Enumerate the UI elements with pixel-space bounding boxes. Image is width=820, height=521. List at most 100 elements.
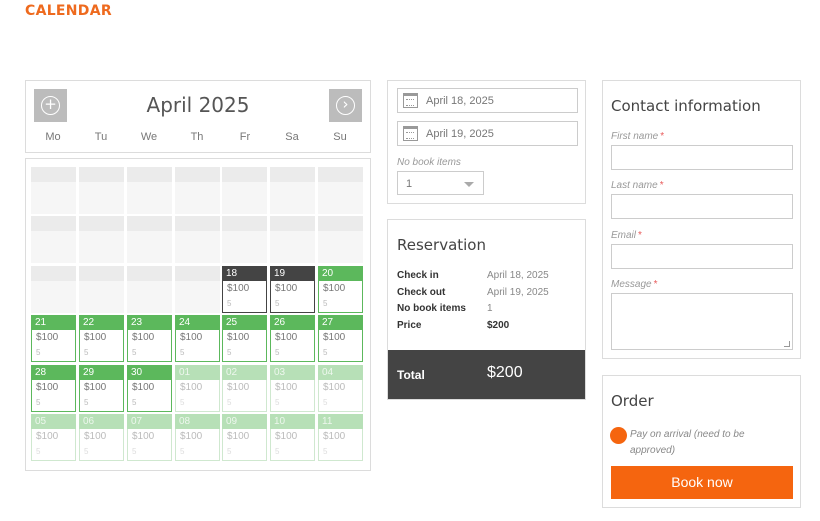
row-label: Check in xyxy=(397,270,439,281)
last-name-field[interactable] xyxy=(611,194,793,219)
day-number: 27 xyxy=(318,315,363,330)
day-availability: 5 xyxy=(227,398,232,407)
resize-handle-icon[interactable] xyxy=(784,341,790,347)
calendar-day[interactable]: 18 $100 5 xyxy=(222,266,267,313)
check-in-field[interactable]: April 18, 2025 xyxy=(397,88,578,113)
day-price: $100 xyxy=(84,382,107,393)
total-label: Total xyxy=(397,368,425,382)
day-body: $100 5 xyxy=(31,330,76,362)
email-label: Email * xyxy=(611,230,642,241)
day-price: $100 xyxy=(323,382,346,393)
day-number: 01 xyxy=(175,365,220,380)
email-field[interactable] xyxy=(611,244,793,269)
day-body: $100 5 xyxy=(318,429,363,461)
calendar-day: 02 $100 5 xyxy=(222,365,267,412)
day-availability: 5 xyxy=(275,398,280,407)
calendar-day[interactable]: 25 $100 5 xyxy=(222,315,267,362)
day-number: 29 xyxy=(79,365,124,380)
day-number: 04 xyxy=(318,365,363,380)
day-body: $100 5 xyxy=(127,330,172,362)
day-availability: 5 xyxy=(84,348,89,357)
day-number: 23 xyxy=(127,315,172,330)
day-availability: 5 xyxy=(323,348,328,357)
chevron-right-circle-icon: › xyxy=(336,96,355,115)
last-name-label: Last name * xyxy=(611,180,664,191)
day-body: $100 5 xyxy=(222,330,267,362)
calendar-day[interactable]: 28 $100 5 xyxy=(31,365,76,412)
page-title: CALENDAR xyxy=(25,3,112,19)
pay-on-arrival-radio[interactable] xyxy=(610,427,627,444)
day-price: $100 xyxy=(227,431,250,442)
calendar-day-empty xyxy=(318,167,363,214)
calendar-day[interactable]: 19 $100 5 xyxy=(270,266,315,313)
calendar-day-empty xyxy=(127,266,172,313)
reservation-row: Check out April 19, 2025 xyxy=(397,287,582,301)
first-name-field[interactable] xyxy=(611,145,793,170)
day-number: 21 xyxy=(31,315,76,330)
row-label: No book items xyxy=(397,303,466,314)
calendar-day-empty xyxy=(31,167,76,214)
day-price: $100 xyxy=(323,283,346,294)
calendar-day[interactable]: 23 $100 5 xyxy=(127,315,172,362)
calendar-day: 05 $100 5 xyxy=(31,414,76,461)
next-month-button[interactable]: › xyxy=(329,89,362,122)
day-price: $100 xyxy=(275,382,298,393)
calendar-day-empty xyxy=(79,266,124,313)
book-items-select[interactable]: 1 xyxy=(397,171,484,195)
required-mark: * xyxy=(659,180,664,191)
message-field[interactable] xyxy=(611,293,793,350)
book-now-button[interactable]: Book now xyxy=(611,466,793,499)
day-price: $100 xyxy=(84,431,107,442)
weekday-label: Fr xyxy=(239,131,251,143)
calendar-day[interactable]: 29 $100 5 xyxy=(79,365,124,412)
calendar-day[interactable]: 21 $100 5 xyxy=(31,315,76,362)
label-text: Message xyxy=(611,279,652,290)
day-price: $100 xyxy=(227,382,250,393)
calendar-day-empty xyxy=(175,266,220,313)
day-body: $100 5 xyxy=(270,330,315,362)
day-price: $100 xyxy=(36,382,59,393)
calendar-day-empty xyxy=(127,216,172,263)
day-availability: 5 xyxy=(323,398,328,407)
first-name-label: First name * xyxy=(611,131,664,142)
day-number: 09 xyxy=(222,414,267,429)
calendar-day-empty xyxy=(79,216,124,263)
day-body: $100 5 xyxy=(175,330,220,362)
required-mark: * xyxy=(660,131,665,142)
calendar-day[interactable]: 20 $100 5 xyxy=(318,266,363,313)
day-availability: 5 xyxy=(275,447,280,456)
day-body: $100 5 xyxy=(175,429,220,461)
calendar-day: 01 $100 5 xyxy=(175,365,220,412)
calendar-day-empty xyxy=(31,266,76,313)
day-number: 08 xyxy=(175,414,220,429)
day-price: $100 xyxy=(180,431,203,442)
calendar-day[interactable]: 30 $100 5 xyxy=(127,365,172,412)
calendar-grid: 18 $100 5 19 $100 5 20 $100 5 21 $100 5 22 $100 5 23 $10… xyxy=(25,158,371,471)
day-availability: 5 xyxy=(84,398,89,407)
day-body: $100 5 xyxy=(175,380,220,412)
day-price: $100 xyxy=(227,283,250,294)
day-price: $100 xyxy=(323,431,346,442)
row-value: 1 xyxy=(487,303,493,314)
calendar-day-empty xyxy=(31,216,76,263)
calendar-day-empty xyxy=(175,216,220,263)
reservation-title: Reservation xyxy=(397,236,486,254)
day-price: $100 xyxy=(84,332,107,343)
day-number: 30 xyxy=(127,365,172,380)
calendar-day-empty xyxy=(270,216,315,263)
calendar-day-empty xyxy=(127,167,172,214)
calendar-day[interactable]: 22 $100 5 xyxy=(79,315,124,362)
calendar-day[interactable]: 26 $100 5 xyxy=(270,315,315,362)
day-number: 11 xyxy=(318,414,363,429)
check-out-field[interactable]: April 19, 2025 xyxy=(397,121,578,146)
check-out-value: April 19, 2025 xyxy=(426,128,494,140)
calendar-day[interactable]: 27 $100 5 xyxy=(318,315,363,362)
day-availability: 5 xyxy=(180,398,185,407)
day-body: $100 5 xyxy=(318,380,363,412)
day-body: $100 5 xyxy=(318,330,363,362)
day-availability: 5 xyxy=(84,447,89,456)
day-number: 03 xyxy=(270,365,315,380)
day-number: 24 xyxy=(175,315,220,330)
day-number: 10 xyxy=(270,414,315,429)
calendar-day[interactable]: 24 $100 5 xyxy=(175,315,220,362)
